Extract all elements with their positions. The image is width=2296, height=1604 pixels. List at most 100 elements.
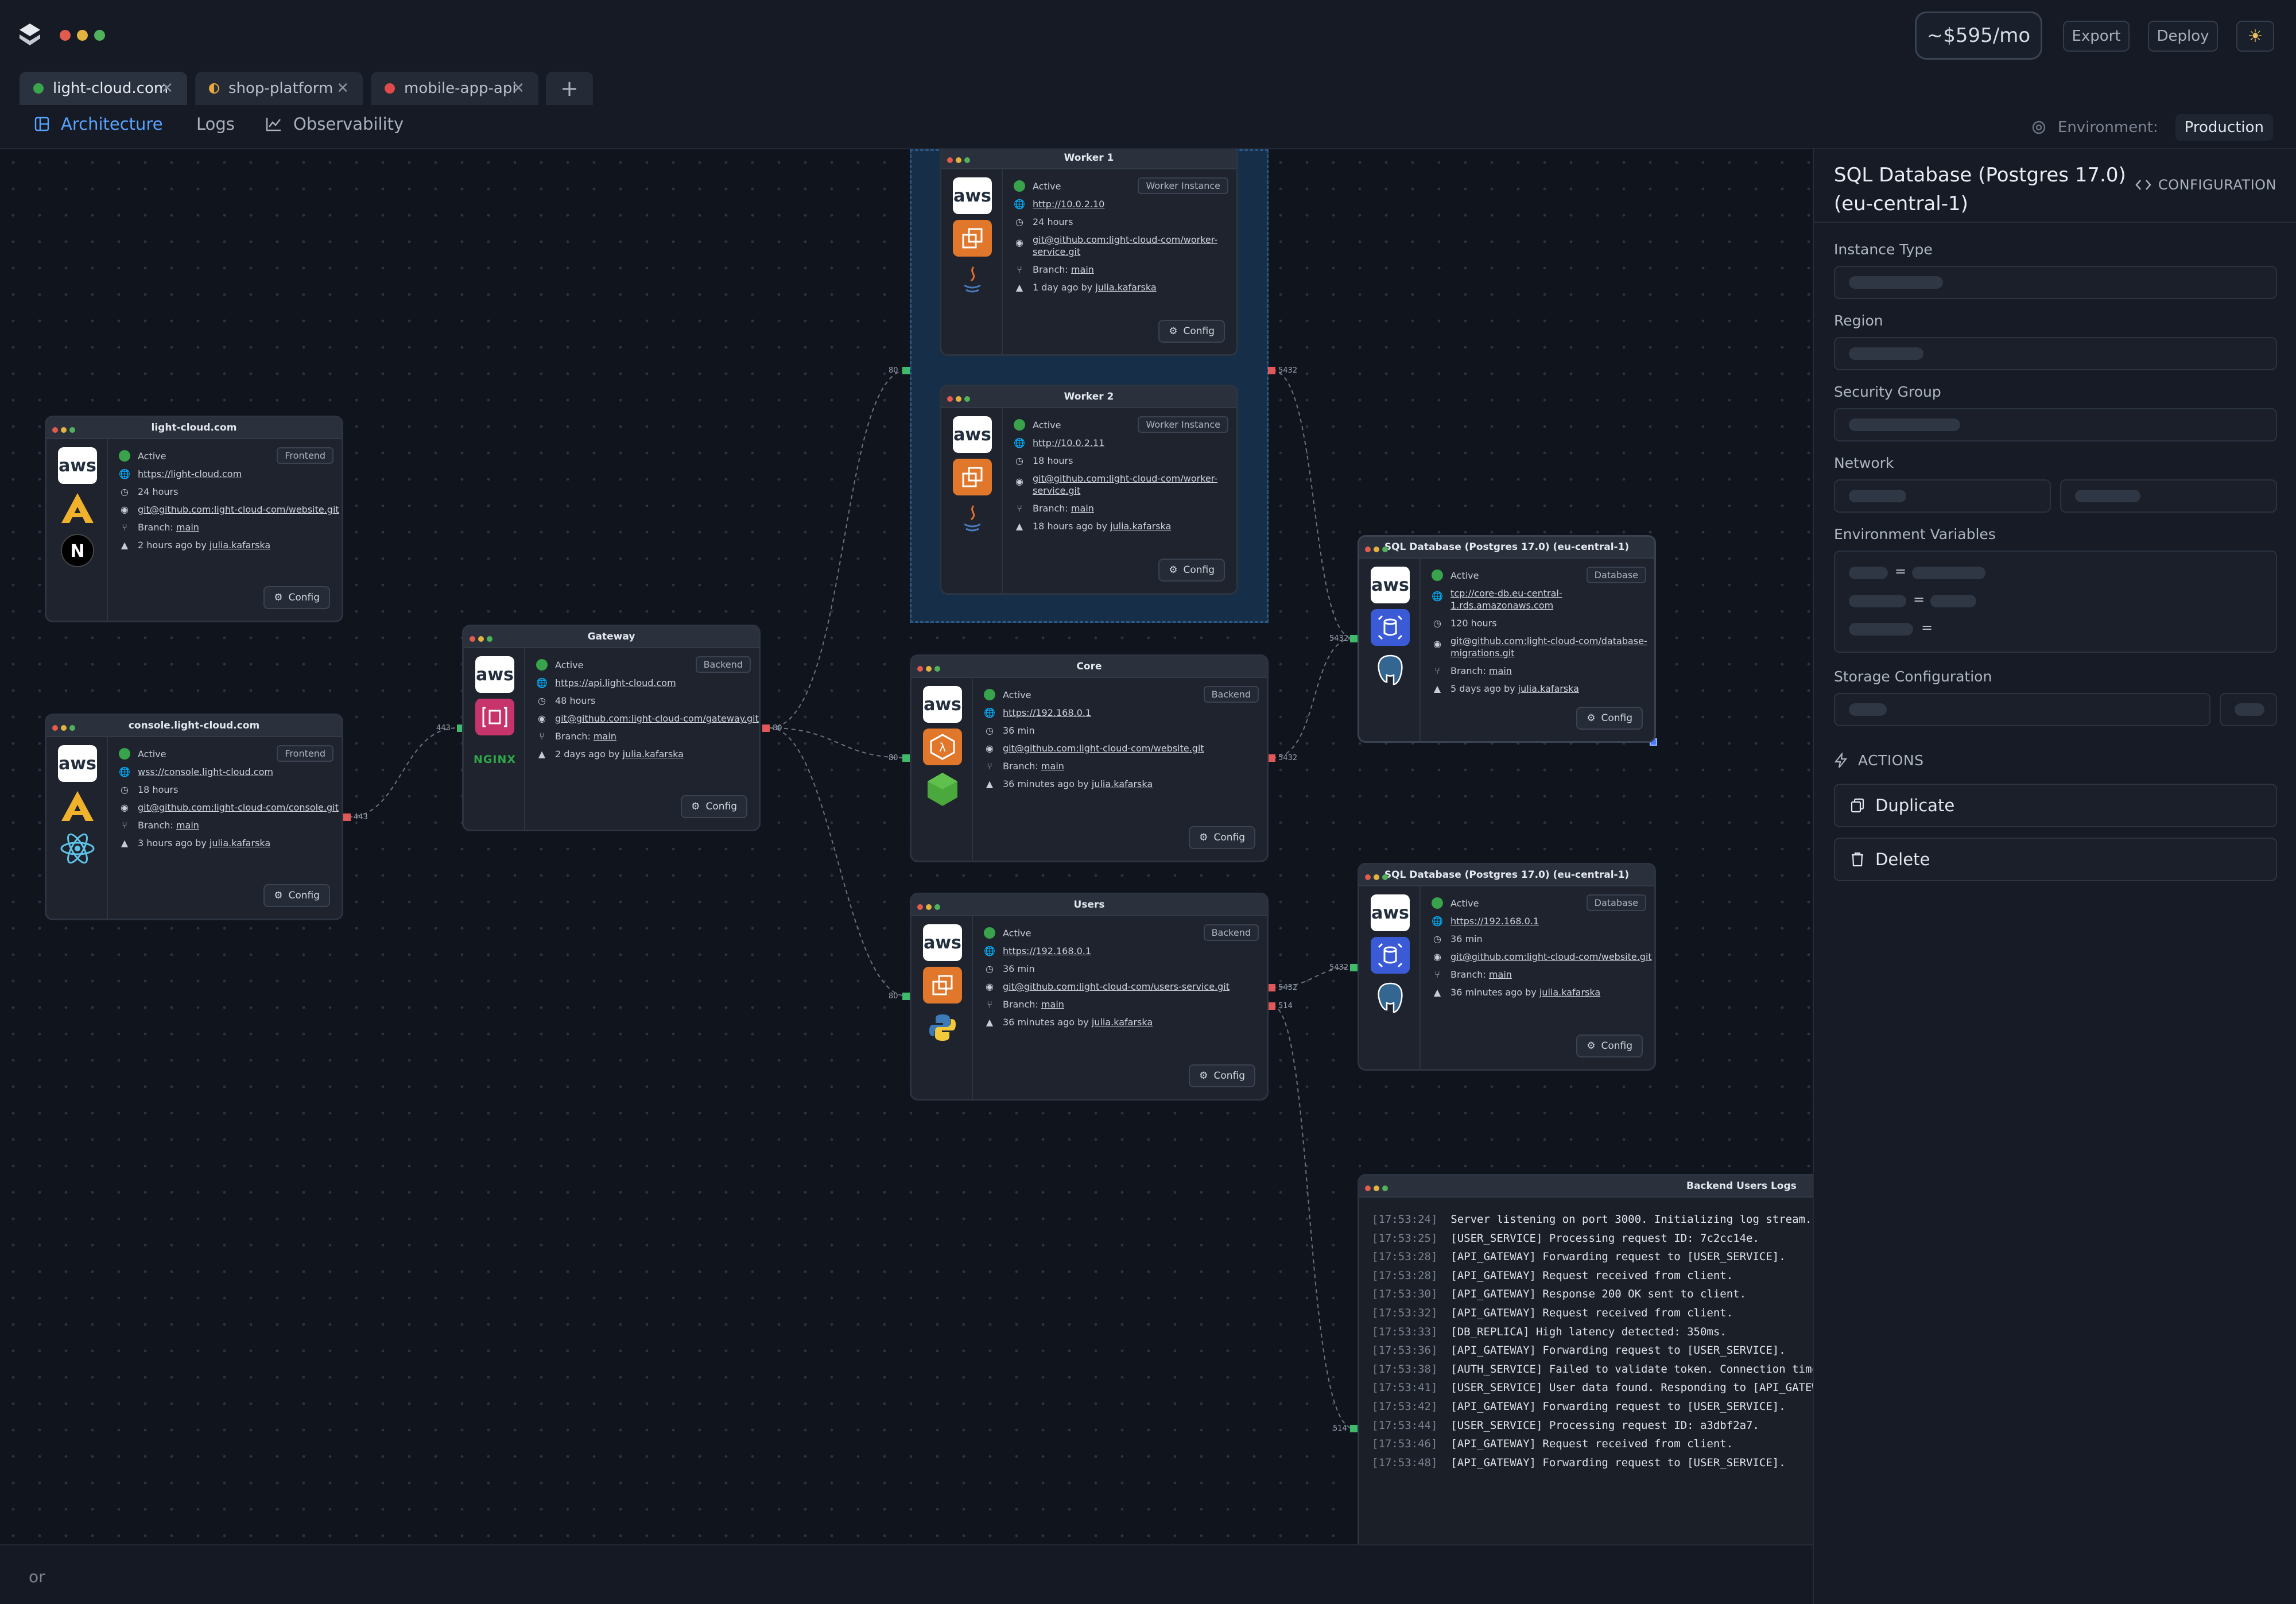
chat-input[interactable]: or: [29, 1567, 45, 1586]
node-repo-link[interactable]: git@github.com:light-cloud-com/website.g…: [138, 501, 339, 518]
deploy-user-link[interactable]: julia.kafarska: [210, 536, 270, 554]
node-console[interactable]: console.light-cloud.com aws Frontend Act…: [45, 714, 343, 920]
node-repo-link[interactable]: git@github.com:light-cloud-com/gateway.g…: [555, 710, 759, 727]
config-button[interactable]: ⚙ Config: [1189, 826, 1255, 849]
tab-architecture[interactable]: Architecture: [34, 114, 163, 134]
branch-link[interactable]: main: [1489, 662, 1512, 680]
close-tab-icon[interactable]: ✕: [512, 80, 525, 97]
node-worker-1[interactable]: Worker 1 aws Worker Instance Active 🌐 htt…: [940, 149, 1238, 356]
node-url-link[interactable]: http://10.0.2.11: [1033, 434, 1104, 452]
architecture-canvas[interactable]: 443 443 80 80 80 80 5432 5432 5432 5432 …: [0, 149, 1814, 1544]
node-repo-link[interactable]: git@github.com:light-cloud-com/worker-: [1033, 473, 1217, 484]
node-worker-2[interactable]: Worker 2 aws Worker Instance Active 🌐 htt…: [940, 385, 1238, 595]
config-button[interactable]: ⚙ Config: [1576, 1035, 1643, 1057]
deploy-user-link[interactable]: julia.kafarska: [1110, 517, 1171, 535]
node-database-2[interactable]: SQL Database (Postgres 17.0) (eu-central…: [1358, 863, 1656, 1071]
node-users[interactable]: Users aws Backend Active 🌐 https://192.16…: [910, 893, 1269, 1101]
delete-button[interactable]: Delete: [1834, 838, 2277, 881]
port-out[interactable]: [343, 813, 351, 821]
app-logo-icon[interactable]: [17, 22, 42, 47]
port-out[interactable]: [1268, 984, 1275, 991]
node-url-link[interactable]: https://192.168.0.1: [1003, 942, 1091, 960]
port-in[interactable]: [902, 993, 910, 1000]
node-database-1[interactable]: SQL Database (Postgres 17.0) (eu-central…: [1358, 535, 1656, 743]
deploy-user-link[interactable]: julia.kafarska: [1518, 680, 1579, 698]
branch-link[interactable]: main: [1041, 757, 1064, 775]
config-button[interactable]: ⚙ Config: [1158, 320, 1225, 343]
maximize-window-icon[interactable]: [94, 30, 105, 41]
node-repo-link[interactable]: migrations.git: [1450, 648, 1515, 658]
add-tab-button[interactable]: +: [546, 72, 593, 105]
env-vars-field[interactable]: = = =: [1834, 551, 2277, 653]
environment-selector[interactable]: Environment: Production: [2031, 114, 2273, 141]
node-url-link[interactable]: https://192.168.0.1: [1003, 704, 1091, 722]
node-light-cloud[interactable]: light-cloud.com aws N Frontend Active 🌐 h…: [45, 416, 343, 622]
config-button[interactable]: ⚙ Config: [1189, 1064, 1255, 1087]
branch-link[interactable]: main: [176, 816, 199, 834]
environment-value[interactable]: Production: [2175, 114, 2273, 141]
node-url-link[interactable]: https://192.168.0.1: [1450, 912, 1539, 930]
port-in[interactable]: [902, 754, 910, 762]
branch-link[interactable]: main: [1071, 261, 1094, 278]
port-in[interactable]: [1350, 1425, 1358, 1432]
region-field[interactable]: [1834, 337, 2277, 370]
branch-link[interactable]: main: [1071, 499, 1094, 517]
deploy-user-link[interactable]: julia.kafarska: [1092, 1013, 1153, 1031]
node-url-link[interactable]: http://10.0.2.10: [1033, 195, 1104, 213]
instance-type-field[interactable]: [1834, 266, 2277, 299]
config-button[interactable]: ⚙ Config: [263, 884, 330, 907]
deploy-user-link[interactable]: julia.kafarska: [210, 834, 270, 852]
export-button[interactable]: Export: [2063, 21, 2130, 52]
close-window-icon[interactable]: [60, 30, 71, 41]
deploy-user-link[interactable]: julia.kafarska: [1092, 775, 1153, 793]
node-repo-link[interactable]: git@github.com:light-cloud-com/database-: [1450, 636, 1647, 646]
deploy-user-link[interactable]: julia.kafarska: [1539, 983, 1600, 1001]
node-repo-link[interactable]: git@github.com:light-cloud-com/website.g…: [1003, 739, 1204, 757]
network-subnet-field[interactable]: [2060, 479, 2277, 513]
config-button[interactable]: ⚙ Config: [1158, 559, 1225, 582]
chat-input-bar[interactable]: or: [0, 1544, 1814, 1604]
node-url-link[interactable]: https://api.light-cloud.com: [555, 674, 676, 692]
logs-window[interactable]: Backend Users Logs [17:53:24] Server lis…: [1358, 1174, 1814, 1544]
deploy-button[interactable]: Deploy: [2148, 21, 2218, 52]
theme-toggle-sun-icon[interactable]: ☀: [2236, 21, 2274, 52]
node-url-link[interactable]: wss://console.light-cloud.com: [138, 763, 273, 781]
configuration-toggle[interactable]: CONFIGURATION: [2135, 177, 2276, 193]
close-tab-icon[interactable]: ✕: [161, 80, 173, 97]
node-repo-link[interactable]: git@github.com:light-cloud-com/worker-: [1033, 234, 1217, 245]
port-out[interactable]: [1268, 367, 1275, 374]
node-gateway[interactable]: Gateway aws NGINX Backend Active 🌐 https:…: [462, 625, 761, 831]
minimize-window-icon[interactable]: [77, 30, 88, 41]
tab-light-cloud[interactable]: light-cloud.com ✕: [20, 72, 187, 105]
branch-link[interactable]: main: [176, 518, 199, 536]
deploy-user-link[interactable]: julia.kafarska: [1095, 278, 1156, 296]
duplicate-button[interactable]: Duplicate: [1834, 784, 2277, 827]
port-in[interactable]: [1350, 964, 1358, 971]
node-url-link[interactable]: 1.rds.amazonaws.com: [1450, 600, 1553, 611]
storage-size-field[interactable]: [1834, 693, 2210, 726]
node-core[interactable]: Core aws λ Backend Active 🌐 https://192.1…: [910, 654, 1269, 862]
cost-estimate-button[interactable]: ~$595/mo: [1915, 11, 2042, 60]
network-vpc-field[interactable]: [1834, 479, 2051, 513]
config-button[interactable]: ⚙ Config: [681, 795, 747, 818]
tab-logs[interactable]: Logs: [196, 114, 235, 134]
security-group-field[interactable]: [1834, 408, 2277, 441]
branch-link[interactable]: main: [1489, 966, 1512, 983]
port-out[interactable]: [1268, 1002, 1275, 1010]
port-in[interactable]: [1350, 635, 1358, 642]
node-repo-link[interactable]: git@github.com:light-cloud-com/console.g…: [138, 799, 339, 816]
tab-shop-platform[interactable]: shop-platform ✕: [195, 72, 363, 105]
port-out[interactable]: [762, 724, 770, 732]
node-repo-link[interactable]: git@github.com:light-cloud-com/website.g…: [1450, 948, 1652, 966]
node-url-link[interactable]: tcp://core-db.eu-central-: [1450, 588, 1562, 599]
branch-link[interactable]: main: [594, 727, 616, 745]
config-button[interactable]: ⚙ Config: [1576, 707, 1643, 730]
node-url-link[interactable]: https://light-cloud.com: [138, 465, 242, 483]
deploy-user-link[interactable]: julia.kafarska: [623, 745, 684, 763]
tab-mobile-app-api[interactable]: mobile-app-api ✕: [371, 72, 538, 105]
close-tab-icon[interactable]: ✕: [336, 80, 349, 97]
config-button[interactable]: ⚙ Config: [263, 586, 330, 609]
node-repo-link[interactable]: service.git: [1033, 485, 1080, 496]
port-in[interactable]: [902, 367, 910, 374]
port-out[interactable]: [1268, 754, 1275, 762]
